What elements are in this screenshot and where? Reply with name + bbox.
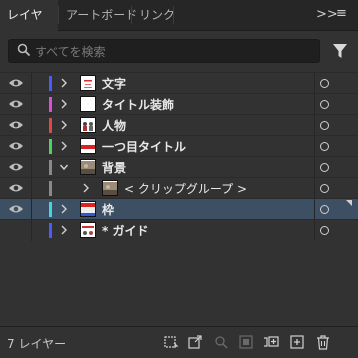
column-divider [314, 178, 315, 199]
target-circle-icon[interactable] [320, 100, 329, 109]
layer-row-title-decoration[interactable]: タイトル装飾 [0, 93, 358, 115]
layer-thumbnail [80, 117, 96, 133]
layer-name[interactable]: タイトル装飾 [102, 96, 174, 113]
layer-color-bar [49, 97, 52, 112]
export-icon[interactable] [187, 334, 203, 350]
target-circle-icon[interactable] [320, 142, 329, 151]
tab-divider [173, 6, 174, 24]
column-divider [31, 220, 32, 241]
target-circle-icon[interactable] [320, 121, 329, 130]
column-divider [314, 94, 315, 115]
selection-indicator [346, 200, 352, 206]
layer-color-bar [49, 181, 52, 196]
column-divider [31, 136, 32, 157]
layer-thumbnail [102, 180, 118, 196]
collect-for-export-icon[interactable] [163, 334, 179, 350]
chevron-down-icon[interactable] [59, 161, 69, 173]
chevron-right-icon[interactable] [59, 77, 69, 89]
chevron-right-icon[interactable] [59, 203, 69, 215]
column-divider [314, 73, 315, 94]
layer-thumbnail [80, 96, 96, 112]
layer-color-bar [49, 118, 52, 133]
eye-icon[interactable] [8, 203, 24, 215]
layer-thumbnail [80, 201, 96, 217]
tab-layers[interactable]: レイヤー [0, 0, 58, 52]
layer-row-frame[interactable]: 枠 [0, 198, 358, 220]
eye-icon[interactable] [8, 161, 24, 173]
layer-row-guides[interactable]: * ガイド [0, 219, 358, 241]
panel-menu-button[interactable]: ≡ [336, 6, 347, 22]
layer-thumbnail [80, 159, 96, 175]
layer-row-text[interactable]: 文字 [0, 72, 358, 94]
search-input[interactable]: すべてを検索 [8, 39, 320, 63]
layer-name[interactable]: 背景 [102, 159, 126, 176]
layer-thumbnail [80, 138, 96, 154]
layer-thumbnail [80, 75, 96, 91]
layer-name[interactable]: * ガイド [102, 222, 148, 239]
column-divider [31, 115, 32, 136]
trash-icon[interactable] [315, 334, 331, 350]
layer-color-bar [49, 223, 52, 238]
chevron-right-icon[interactable] [59, 98, 69, 110]
layer-color-bar [49, 202, 52, 217]
chevron-right-icon[interactable] [59, 224, 69, 236]
tab-links[interactable]: リンク [132, 0, 182, 30]
search-icon [17, 43, 31, 57]
layer-color-bar [49, 160, 52, 175]
layer-row-first-title[interactable]: 一つ目タイトル [0, 135, 358, 157]
target-circle-icon[interactable] [320, 163, 329, 172]
layers-panel: レイヤー アートボード リンク >> ≡ すべてを検索 文字 [0, 0, 358, 358]
eye-icon[interactable] [8, 119, 24, 131]
eye-icon[interactable] [8, 182, 24, 194]
search-placeholder: すべてを検索 [35, 45, 106, 59]
column-divider [314, 220, 315, 241]
column-divider [314, 136, 315, 157]
target-circle-icon[interactable] [320, 226, 329, 235]
layer-color-bar [49, 76, 52, 91]
eye-icon[interactable] [8, 77, 24, 89]
column-divider [314, 115, 315, 136]
column-divider [314, 157, 315, 178]
layer-row-people[interactable]: 人物 [0, 114, 358, 136]
locate-object-icon[interactable] [213, 334, 229, 350]
column-divider [31, 199, 32, 220]
layer-name[interactable]: 枠 [102, 201, 114, 218]
tab-bar: レイヤー アートボード リンク >> ≡ [0, 0, 358, 52]
layer-name[interactable]: 文字 [102, 75, 126, 92]
column-divider [314, 199, 315, 220]
column-divider [31, 178, 32, 199]
layer-thumbnail [80, 222, 96, 238]
column-divider [31, 157, 32, 178]
layer-row-clip-group[interactable]: < クリップグループ > [0, 177, 358, 199]
column-divider [31, 73, 32, 94]
eye-icon[interactable] [8, 140, 24, 152]
layer-name[interactable]: 人物 [102, 117, 126, 134]
chevron-right-icon[interactable] [59, 140, 69, 152]
panel-footer: 7 レイヤー [0, 326, 358, 358]
column-divider [31, 94, 32, 115]
chevron-right-icon[interactable] [59, 119, 69, 131]
make-clipping-mask-icon[interactable] [238, 334, 254, 350]
chevron-right-icon[interactable] [81, 182, 91, 194]
layer-count: 7 レイヤー [7, 337, 67, 351]
target-circle-icon[interactable] [320, 205, 329, 214]
layer-row-background[interactable]: 背景 [0, 156, 358, 178]
filter-icon[interactable] [330, 40, 350, 62]
collapse-panel-button[interactable]: >> [316, 7, 338, 23]
layer-name[interactable]: 一つ目タイトル [102, 138, 186, 155]
target-circle-icon[interactable] [320, 184, 329, 193]
target-circle-icon[interactable] [320, 79, 329, 88]
new-sublayer-icon[interactable] [263, 334, 279, 350]
new-layer-icon[interactable] [289, 334, 305, 350]
layer-name[interactable]: < クリップグループ > [124, 180, 247, 197]
eye-icon[interactable] [8, 98, 24, 110]
layer-color-bar [49, 139, 52, 154]
